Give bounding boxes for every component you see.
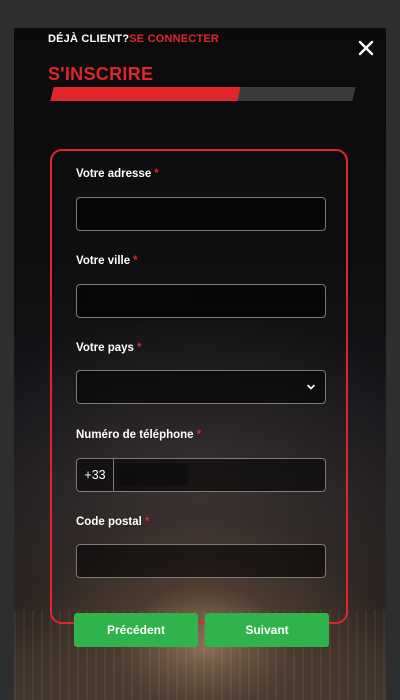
phone-field: +33 — [76, 458, 326, 492]
login-link[interactable]: SE CONNECTER — [129, 33, 219, 45]
phone-label: Numéro de téléphone * — [76, 429, 201, 441]
required-mark: * — [196, 429, 202, 441]
required-mark: * — [136, 342, 142, 354]
phone-label-text: Numéro de téléphone — [76, 429, 194, 441]
close-button[interactable] — [356, 38, 376, 58]
signup-progress-bar — [50, 87, 356, 101]
country-code-prefix[interactable]: +33 — [77, 459, 114, 491]
login-prompt: DÉJÀ CLIENT?SE CONNECTER — [48, 33, 219, 45]
postal-label-text: Code postal — [76, 516, 142, 528]
country-select[interactable] — [76, 370, 326, 404]
country-label: Votre pays * — [76, 342, 141, 354]
signup-panel: DÉJÀ CLIENT?SE CONNECTER S'INSCRIRE Votr… — [14, 28, 386, 700]
address-label: Votre adresse * — [76, 168, 159, 180]
chevron-down-icon — [307, 384, 315, 390]
city-label-text: Votre ville — [76, 255, 131, 267]
redacted-phone-value — [118, 464, 188, 486]
screen: DÉJÀ CLIENT?SE CONNECTER S'INSCRIRE Votr… — [0, 0, 400, 700]
page-title: S'INSCRIRE — [48, 64, 154, 84]
required-mark: * — [144, 516, 150, 528]
next-button[interactable]: Suivant — [205, 613, 329, 647]
address-input[interactable] — [76, 197, 326, 231]
already-client-text: DÉJÀ CLIENT? — [48, 33, 130, 45]
postal-label: Code postal * — [76, 516, 149, 528]
required-mark: * — [133, 255, 138, 267]
close-icon — [358, 40, 374, 56]
progress-fill — [50, 87, 241, 101]
country-label-text: Votre pays — [76, 342, 134, 354]
required-mark: * — [154, 168, 159, 180]
previous-button[interactable]: Précédent — [74, 613, 198, 647]
redacted-city-value — [86, 290, 194, 312]
phone-number-input[interactable] — [114, 459, 325, 491]
postal-code-input[interactable] — [76, 544, 326, 578]
address-label-text: Votre adresse — [76, 168, 152, 180]
city-label: Votre ville * — [76, 255, 138, 267]
